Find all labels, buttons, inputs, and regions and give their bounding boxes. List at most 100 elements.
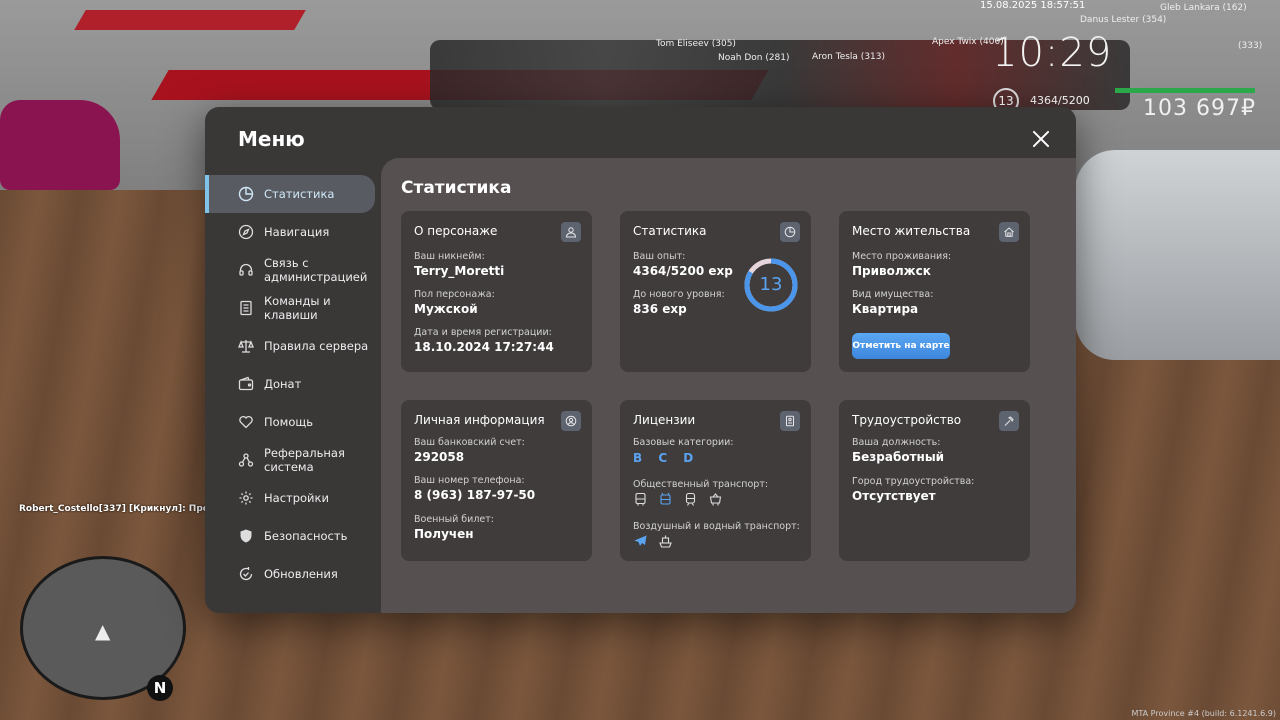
build-info: MTA Province #4 (build: 6.1241.6.9) (1131, 709, 1276, 718)
license-card-icon (780, 411, 800, 431)
sidebar-item-label: Статистика (264, 187, 335, 201)
field-value: 8 (963) 187-97-50 (414, 488, 536, 502)
refresh-check-icon (238, 566, 254, 582)
field-label: Ваш номер телефона: (414, 475, 525, 486)
house-icon (999, 222, 1019, 242)
sidebar-item-donate[interactable]: Донат (205, 365, 381, 403)
field-value: Отсутствует (852, 489, 936, 503)
wallet-icon (238, 376, 254, 392)
headset-icon (238, 262, 254, 278)
page-title: Статистика (401, 178, 512, 198)
player-nametag: Aron Tesla (313) (812, 52, 886, 62)
sidebar-item-commands[interactable]: Команды и клавиши (205, 289, 381, 327)
sidebar-item-security[interactable]: Безопасность (205, 517, 381, 555)
card-title: Лицензии (633, 413, 696, 427)
field-value: 18.10.2024 17:27:44 (414, 340, 554, 354)
close-icon[interactable] (1029, 127, 1053, 151)
field-value: 4364/5200 exp (633, 264, 733, 278)
sidebar-item-label: Правила сервера (264, 339, 369, 353)
document-icon (238, 300, 254, 316)
hud-health-bar (1115, 88, 1255, 93)
card-employment: Трудоустройство Ваша должность: Безработ… (839, 400, 1030, 561)
player-nametag: Apex Twix (400) (932, 37, 1004, 47)
field-label: Город трудоустройства: (852, 476, 975, 487)
compass-icon (238, 224, 254, 240)
trolleybus-icon (658, 492, 673, 507)
sidebar-item-label: Безопасность (264, 529, 348, 543)
player-nametag: Noah Don (281) (718, 53, 790, 63)
sidebar-item-label: Донат (264, 377, 302, 391)
train-icon (683, 492, 698, 507)
sidebar-item-updates[interactable]: Обновления (205, 555, 381, 593)
sidebar-item-referral[interactable]: Реферальная система (205, 441, 381, 479)
north-icon: N (147, 675, 173, 701)
field-label: Ваш банковский счет: (414, 437, 525, 448)
field-value: 292058 (414, 450, 465, 464)
card-licenses: Лицензии Базовые категории: B C D Общест… (620, 400, 811, 561)
field-label: Ваш никнейм: (414, 251, 485, 262)
card-title: Личная информация (414, 413, 545, 427)
field-value: Terry_Moretti (414, 264, 505, 278)
hud-datetime: 15.08.2025 18:57:51 (980, 0, 1086, 11)
field-label: Базовые категории: (633, 437, 734, 448)
card-title: О персонаже (414, 224, 498, 238)
menu-window: Меню Статистика Навигация Связь с админи… (205, 107, 1076, 613)
hammer-icon (999, 411, 1019, 431)
player-arrow-icon: ▲ (95, 619, 111, 643)
field-label: Военный билет: (414, 514, 494, 525)
sidebar-item-rules[interactable]: Правила сервера (205, 327, 381, 365)
minimap: ▲ N (20, 556, 186, 701)
sidebar-item-label: Помощь (264, 415, 314, 429)
sidebar-item-label: Команды и клавиши (264, 294, 331, 322)
red-stripe (74, 10, 306, 30)
sidebar-item-help[interactable]: Помощь (205, 403, 381, 441)
user-icon (561, 222, 581, 242)
field-label: Дата и время регистрации: (414, 327, 552, 338)
license-categories: B C D (633, 451, 700, 465)
public-transport-icons (633, 492, 723, 507)
card-personal: Личная информация Ваш банковский счет: 2… (401, 400, 592, 561)
card-character: О персонаже Ваш никнейм: Terry_Moretti П… (401, 211, 592, 372)
field-label: До нового уровня: (633, 289, 725, 300)
field-label: Воздушный и водный транспорт: (633, 521, 800, 532)
user-circle-icon (561, 411, 581, 431)
stats-pie-icon (238, 186, 254, 202)
sidebar-item-label: Связь с администрацией (264, 256, 368, 284)
mark-on-map-button[interactable]: Отметить на карте (852, 333, 950, 359)
menu-sidebar: Статистика Навигация Связь с администрац… (205, 175, 381, 593)
card-residence: Место жительства Место проживания: Приво… (839, 211, 1030, 372)
stats-pie-icon (780, 222, 800, 242)
field-value: 836 exp (633, 302, 687, 316)
field-value: Получен (414, 527, 474, 541)
sidebar-item-admin-contact[interactable]: Связь с администрацией (205, 251, 381, 289)
network-icon (238, 452, 254, 468)
player-nametag: Tom Eliseev (305) (656, 39, 736, 49)
air-water-transport-icons (633, 534, 673, 549)
sidebar-item-statistics[interactable]: Статистика (205, 175, 375, 213)
level-number: 13 (759, 274, 783, 295)
field-value: Квартира (852, 302, 919, 316)
card-stats: Статистика Ваш опыт: 4364/5200 exp До но… (620, 211, 811, 372)
gear-icon (238, 490, 254, 506)
card-title: Место жительства (852, 224, 971, 238)
field-value: Безработный (852, 450, 945, 464)
hud-money: 103 697₽ (1143, 96, 1256, 121)
field-value: Мужской (414, 302, 478, 316)
menu-title: Меню (238, 127, 305, 151)
scales-icon (238, 338, 254, 354)
ship-icon (658, 534, 673, 549)
hud-exp: 4364/5200 (1030, 94, 1090, 107)
player-nametag: Danus Lester (354) (1080, 15, 1167, 25)
field-label: Пол персонажа: (414, 289, 495, 300)
card-title: Статистика (633, 224, 707, 238)
sidebar-item-navigation[interactable]: Навигация (205, 213, 381, 251)
sidebar-item-label: Реферальная система (264, 446, 345, 474)
hud-clock: 10:29 (992, 30, 1113, 76)
field-label: Место проживания: (852, 251, 952, 262)
sidebar-item-settings[interactable]: Настройки (205, 479, 381, 517)
field-value: Приволжск (852, 264, 931, 278)
content-panel: Статистика О персонаже Ваш никнейм: Terr… (381, 158, 1076, 613)
player-nametag: (333) (1238, 41, 1263, 51)
car-magenta (0, 100, 120, 190)
shield-icon (238, 528, 254, 544)
